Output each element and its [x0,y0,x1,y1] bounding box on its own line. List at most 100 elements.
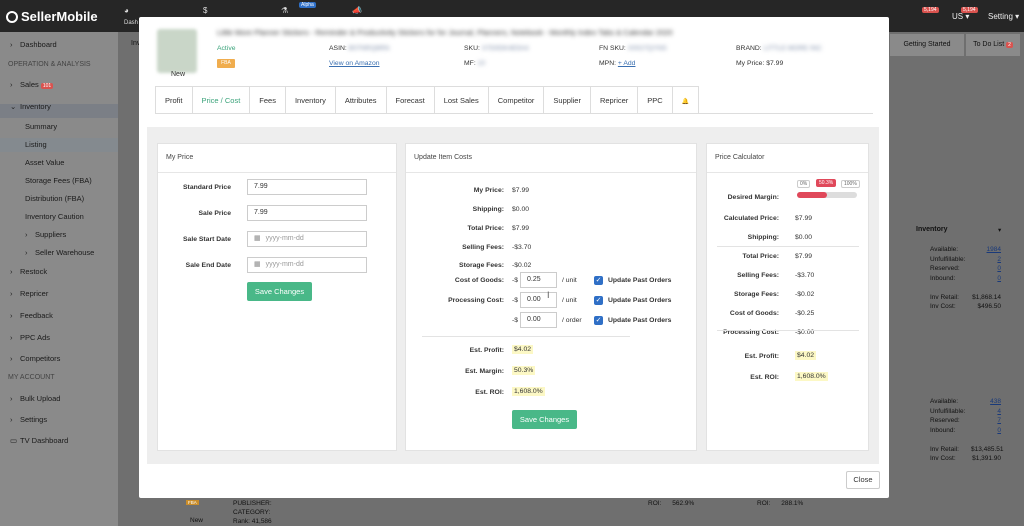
cogs-unit: / unit [562,277,577,284]
bg-inventory-cell[interactable]: 0 [971,427,1001,434]
bg-inventory-header: Inventory [916,226,948,233]
mpn-add-link[interactable]: + Add [618,60,636,67]
per-order-cost-input[interactable]: 0.00 [520,312,557,328]
bg-inventory-cell[interactable]: 438 [971,398,1001,405]
standard-price-label: Standard Price [183,184,231,191]
app-logo[interactable]: SellerMobile [6,9,98,24]
bg-inventory-cell[interactable]: 1984 [971,246,1001,253]
sidebar-item-settings[interactable]: › Settings [10,415,47,424]
calculator-sep [717,330,859,331]
bg-fba-badge: FBA [186,500,199,505]
processing-cost-input[interactable]: 0.00 [520,292,557,308]
sale-start-label: Sale Start Date [183,236,231,243]
bg-inventory-cell[interactable]: 0 [971,275,1001,282]
megaphone-nav-icon[interactable]: 📣 [352,6,362,15]
sidebar-item-dashboard[interactable]: › Dashboard [10,40,57,49]
bg-inventory-cell[interactable]: 0 [971,265,1001,272]
sidebar-item-ppc-ads[interactable]: › PPC Ads [10,333,50,342]
sale-start-date-input[interactable]: ▦ yyyy-mm-dd [247,231,367,247]
standard-price-input[interactable]: 7.99 [247,179,367,195]
sidebar-item-suppliers[interactable]: › Suppliers [25,230,66,239]
tab-notifications[interactable]: 🔔 [671,86,700,114]
sidebar-item-seller-warehouse[interactable]: › Seller Warehouse [25,248,94,257]
sidebar-item-competitors[interactable]: › Competitors [10,354,60,363]
sidebar-item-asset-value[interactable]: Asset Value [25,158,64,167]
sale-price-input[interactable]: 7.99 [247,205,367,221]
bg-roi-2: ROI: 288.1% [757,500,804,507]
close-button[interactable]: Close [846,471,880,489]
sidebar-item-restock[interactable]: › Restock [10,267,47,276]
cost-of-goods-label: Cost of Goods: [454,277,504,284]
getting-started-button[interactable]: Getting Started [890,34,964,56]
tab-supplier[interactable]: Supplier [543,86,591,114]
calculator-row-label: Selling Fees: [737,272,779,279]
sidebar-item-distribution[interactable]: Distribution (FBA) [25,194,84,203]
order-minus: -$ [512,317,519,324]
update-costs-sep [422,336,630,337]
bg-category: CATEGORY: [233,509,271,516]
alpha-badge: Alpha [299,2,316,8]
sidebar-item-bulk-upload[interactable]: › Bulk Upload [10,394,60,403]
sidebar-item-sales[interactable]: › Sales 101 [10,80,54,89]
region-select[interactable]: US ▾ [952,12,969,21]
sidebar-item-feedback[interactable]: › Feedback [10,311,53,320]
bg-inventory-cell[interactable]: 7 [971,417,1001,424]
update-costs-row-label: Storage Fees: [459,262,504,269]
sales-badge: 101 [40,83,54,89]
notif-badge-1: 5,194 [922,7,939,13]
tab-attributes[interactable]: Attributes [334,86,387,114]
tab-competitor[interactable]: Competitor [487,86,545,114]
est-margin-value: 50.3% [512,366,536,375]
update-costs-row-value: -$3.70 [512,244,532,251]
sale-end-date-input[interactable]: ▦ yyyy-mm-dd [247,257,367,273]
sidebar-item-inventory[interactable]: ⌄ Inventory [10,102,51,111]
sale-price-label: Sale Price [198,210,232,217]
update-past-orders-checkbox-proc[interactable]: ✓ [594,296,603,305]
fba-badge: FBA [217,59,235,68]
logo-icon [6,11,18,23]
cost-of-goods-input[interactable]: 0.25 [520,272,557,288]
update-costs-row-label: Total Price: [467,225,504,232]
tab-ppc[interactable]: PPC [637,86,673,114]
sidebar-item-inventory-caution[interactable]: Inventory Caution [25,212,84,221]
tab-lost-sales[interactable]: Lost Sales [433,86,489,114]
settings-menu[interactable]: Setting ▾ [988,12,1019,21]
est-profit-label: Est. Profit: [469,347,504,354]
tab-price-cost[interactable]: Price / Cost [191,86,251,114]
tab-fees[interactable]: Fees [249,86,286,114]
tab-forecast[interactable]: Forecast [385,86,435,114]
bg-inventory-cell[interactable]: 4 [971,408,1001,415]
processing-cost-label: Processing Cost: [448,297,504,304]
desired-margin-slider[interactable] [797,192,857,198]
update-costs-row-value: $7.99 [512,187,530,194]
sidebar-item-summary[interactable]: Summary [25,122,57,131]
est-margin-label: Est. Margin: [465,368,504,375]
bg-new-label: New [190,517,204,524]
product-title[interactable]: Little More Planner Stickers - Reminder … [217,28,777,37]
sale-end-label: Sale End Date [185,262,231,269]
update-past-orders-checkbox-order[interactable]: ✓ [594,316,603,325]
update-past-orders-checkbox-cogs[interactable]: ✓ [594,276,603,285]
tab-profit[interactable]: Profit [155,86,193,114]
calculator-row-value: $7.99 [795,253,813,260]
sidebar-item-tv-dashboard[interactable]: ▭ TV Dashboard [10,436,68,445]
calculator-row-label: Total Price: [742,253,779,260]
bg-inventory-cell[interactable]: 2 [971,256,1001,263]
bg-inventory-sort-icon[interactable]: ▾ [998,226,1001,234]
dollar-nav-icon[interactable]: $ [203,6,207,15]
text-cursor-icon: I [547,290,550,300]
my-price-save-button[interactable]: Save Changes [247,282,312,301]
todo-list-button[interactable]: To Do List 2 [966,34,1020,56]
update-costs-save-button[interactable]: Save Changes [512,410,577,429]
tab-repricer[interactable]: Repricer [589,86,639,114]
sidebar-item-listing[interactable]: Listing [25,140,47,149]
sidebar-item-storage-fees[interactable]: Storage Fees (FBA) [25,176,92,185]
flask-nav-icon[interactable]: ⚗ [281,6,288,15]
tab-inventory[interactable]: Inventory [284,86,336,114]
update-costs-title: Update Item Costs [414,154,472,161]
view-on-amazon-link[interactable]: View on Amazon [329,60,380,67]
dashboard-nav-icon[interactable]: ◕ [124,6,129,15]
update-past-orders-label: Update Past Orders [608,317,672,324]
sidebar-item-repricer[interactable]: › Repricer [10,289,48,298]
bg-inventory-cell: $1,391.90 [972,455,1001,462]
